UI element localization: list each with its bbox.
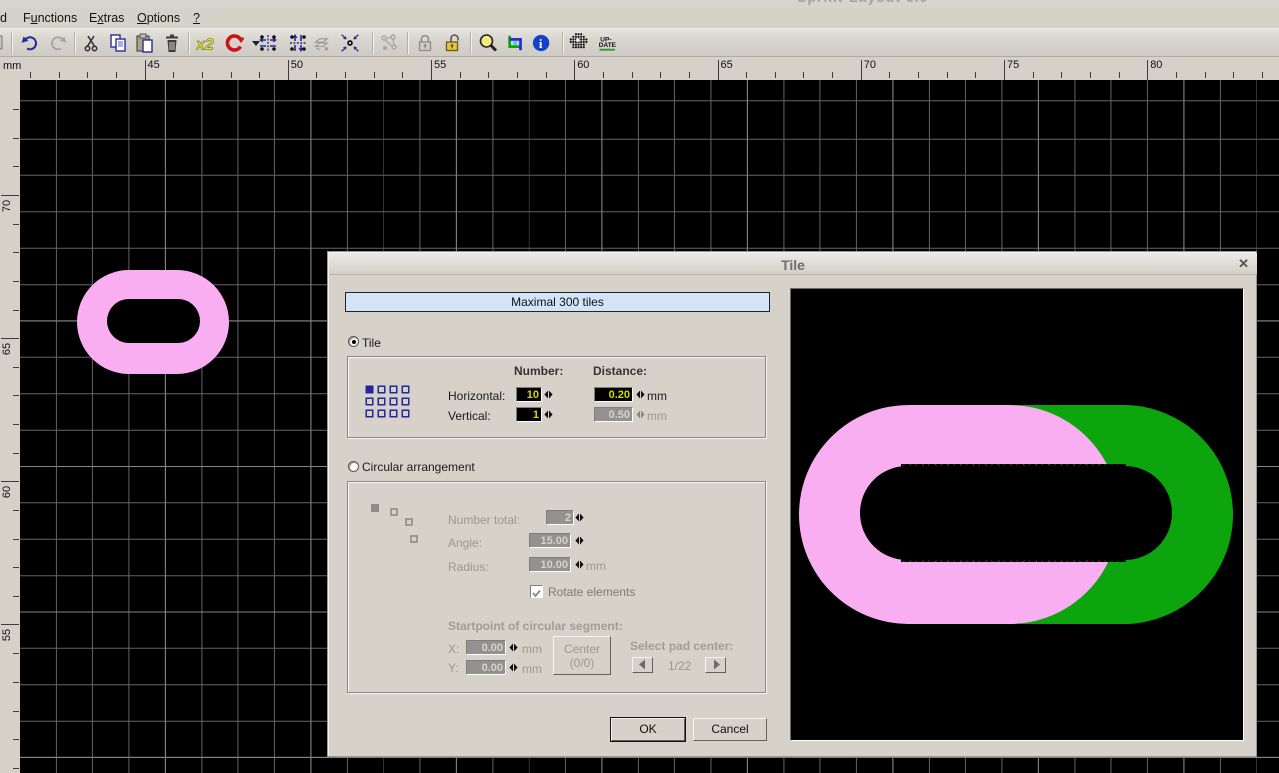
svg-text:i: i (539, 37, 543, 51)
svg-text:x2: x2 (196, 37, 214, 54)
svg-text:DATE: DATE (599, 42, 617, 49)
